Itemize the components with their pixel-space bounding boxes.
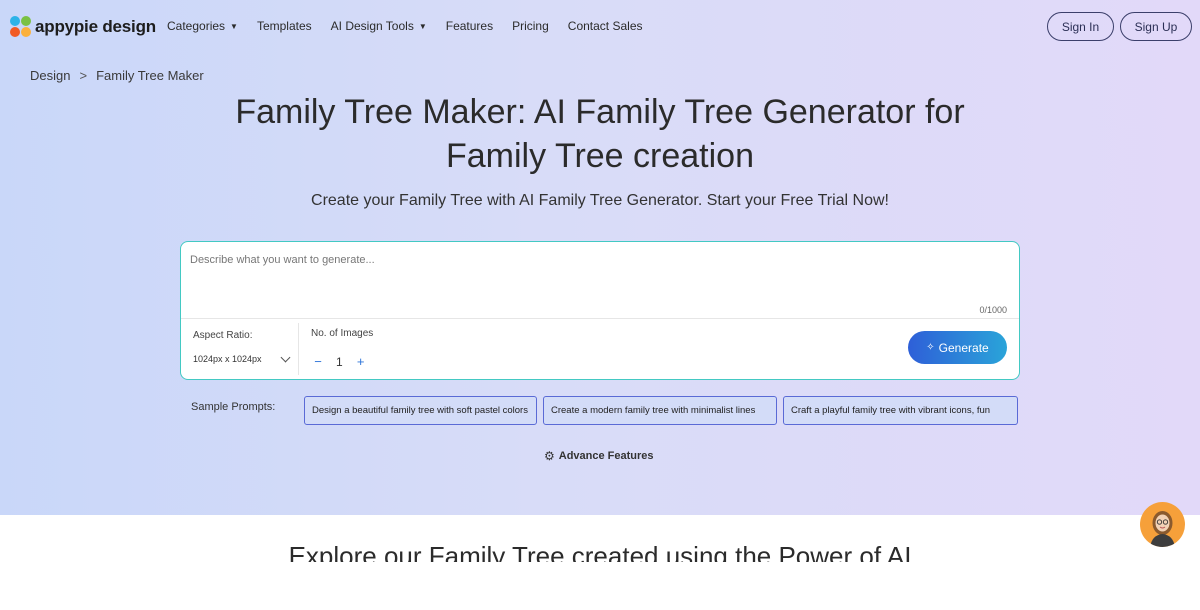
divider: [181, 318, 1019, 319]
num-images-label: No. of Images: [311, 328, 374, 339]
breadcrumb-current: Family Tree Maker: [96, 68, 204, 83]
aspect-ratio-label: Aspect Ratio:: [193, 330, 253, 341]
brand-logo[interactable]: appypie design: [10, 15, 156, 39]
sign-in-button[interactable]: Sign In: [1047, 12, 1114, 41]
breadcrumb-design[interactable]: Design: [30, 68, 70, 83]
nav-links: Categories ▼ Templates AI Design Tools ▼ F…: [167, 19, 662, 33]
nav-features[interactable]: Features: [446, 19, 493, 33]
advance-features-toggle[interactable]: ⚙ Advance Features: [544, 449, 654, 463]
sparkle-icon: ✧: [926, 342, 935, 353]
caret-down-icon: ▼: [418, 21, 427, 31]
generate-button[interactable]: ✧ Generate: [908, 331, 1007, 364]
gear-icon: ⚙: [544, 449, 555, 463]
num-images-value: 1: [336, 354, 343, 369]
brand-name: appypie design: [35, 17, 156, 36]
char-counter: 0/1000: [979, 305, 1007, 315]
appypie-logo-icon: [10, 16, 32, 38]
sample-prompt-chip[interactable]: Craft a playful family tree with vibrant…: [783, 396, 1018, 425]
aspect-ratio-select[interactable]: 1024px x 1024px: [193, 352, 291, 364]
decrement-button[interactable]: −: [313, 354, 323, 369]
sample-prompt-chip[interactable]: Create a modern family tree with minimal…: [543, 396, 777, 425]
increment-button[interactable]: +: [356, 354, 366, 369]
sign-up-button[interactable]: Sign Up: [1120, 12, 1192, 41]
sample-prompt-chip[interactable]: Design a beautiful family tree with soft…: [304, 396, 537, 425]
caret-down-icon: ▼: [230, 21, 238, 31]
page-subtitle: Create your Family Tree with AI Family T…: [311, 192, 889, 209]
chevron-down-icon: [280, 352, 291, 362]
num-images-stepper: − 1 +: [313, 354, 366, 369]
nav-categories[interactable]: Categories ▼: [167, 19, 238, 33]
prompt-input[interactable]: [188, 252, 1012, 316]
nav-ai-design-tools[interactable]: AI Design Tools ▼: [331, 19, 427, 33]
top-navbar: appypie design Categories ▼ Templates AI …: [0, 0, 1200, 54]
nav-contact-sales[interactable]: Contact Sales: [568, 19, 643, 33]
breadcrumb-separator: >: [79, 68, 88, 83]
breadcrumb: Design > Family Tree Maker: [30, 68, 204, 83]
assistant-avatar-icon: [1150, 511, 1175, 547]
explore-heading: Explore our Family Tree created using th…: [288, 541, 912, 562]
nav-templates[interactable]: Templates: [257, 19, 312, 33]
sample-prompts-label: Sample Prompts:: [191, 401, 276, 413]
chat-assistant-avatar[interactable]: [1140, 502, 1185, 547]
prompt-panel: 0/1000 Aspect Ratio: 1024px x 1024px No.…: [180, 241, 1020, 380]
divider: [298, 323, 299, 375]
page-title: Family Tree Maker: AI Family Tree Genera…: [235, 93, 965, 175]
nav-pricing[interactable]: Pricing: [512, 19, 549, 33]
